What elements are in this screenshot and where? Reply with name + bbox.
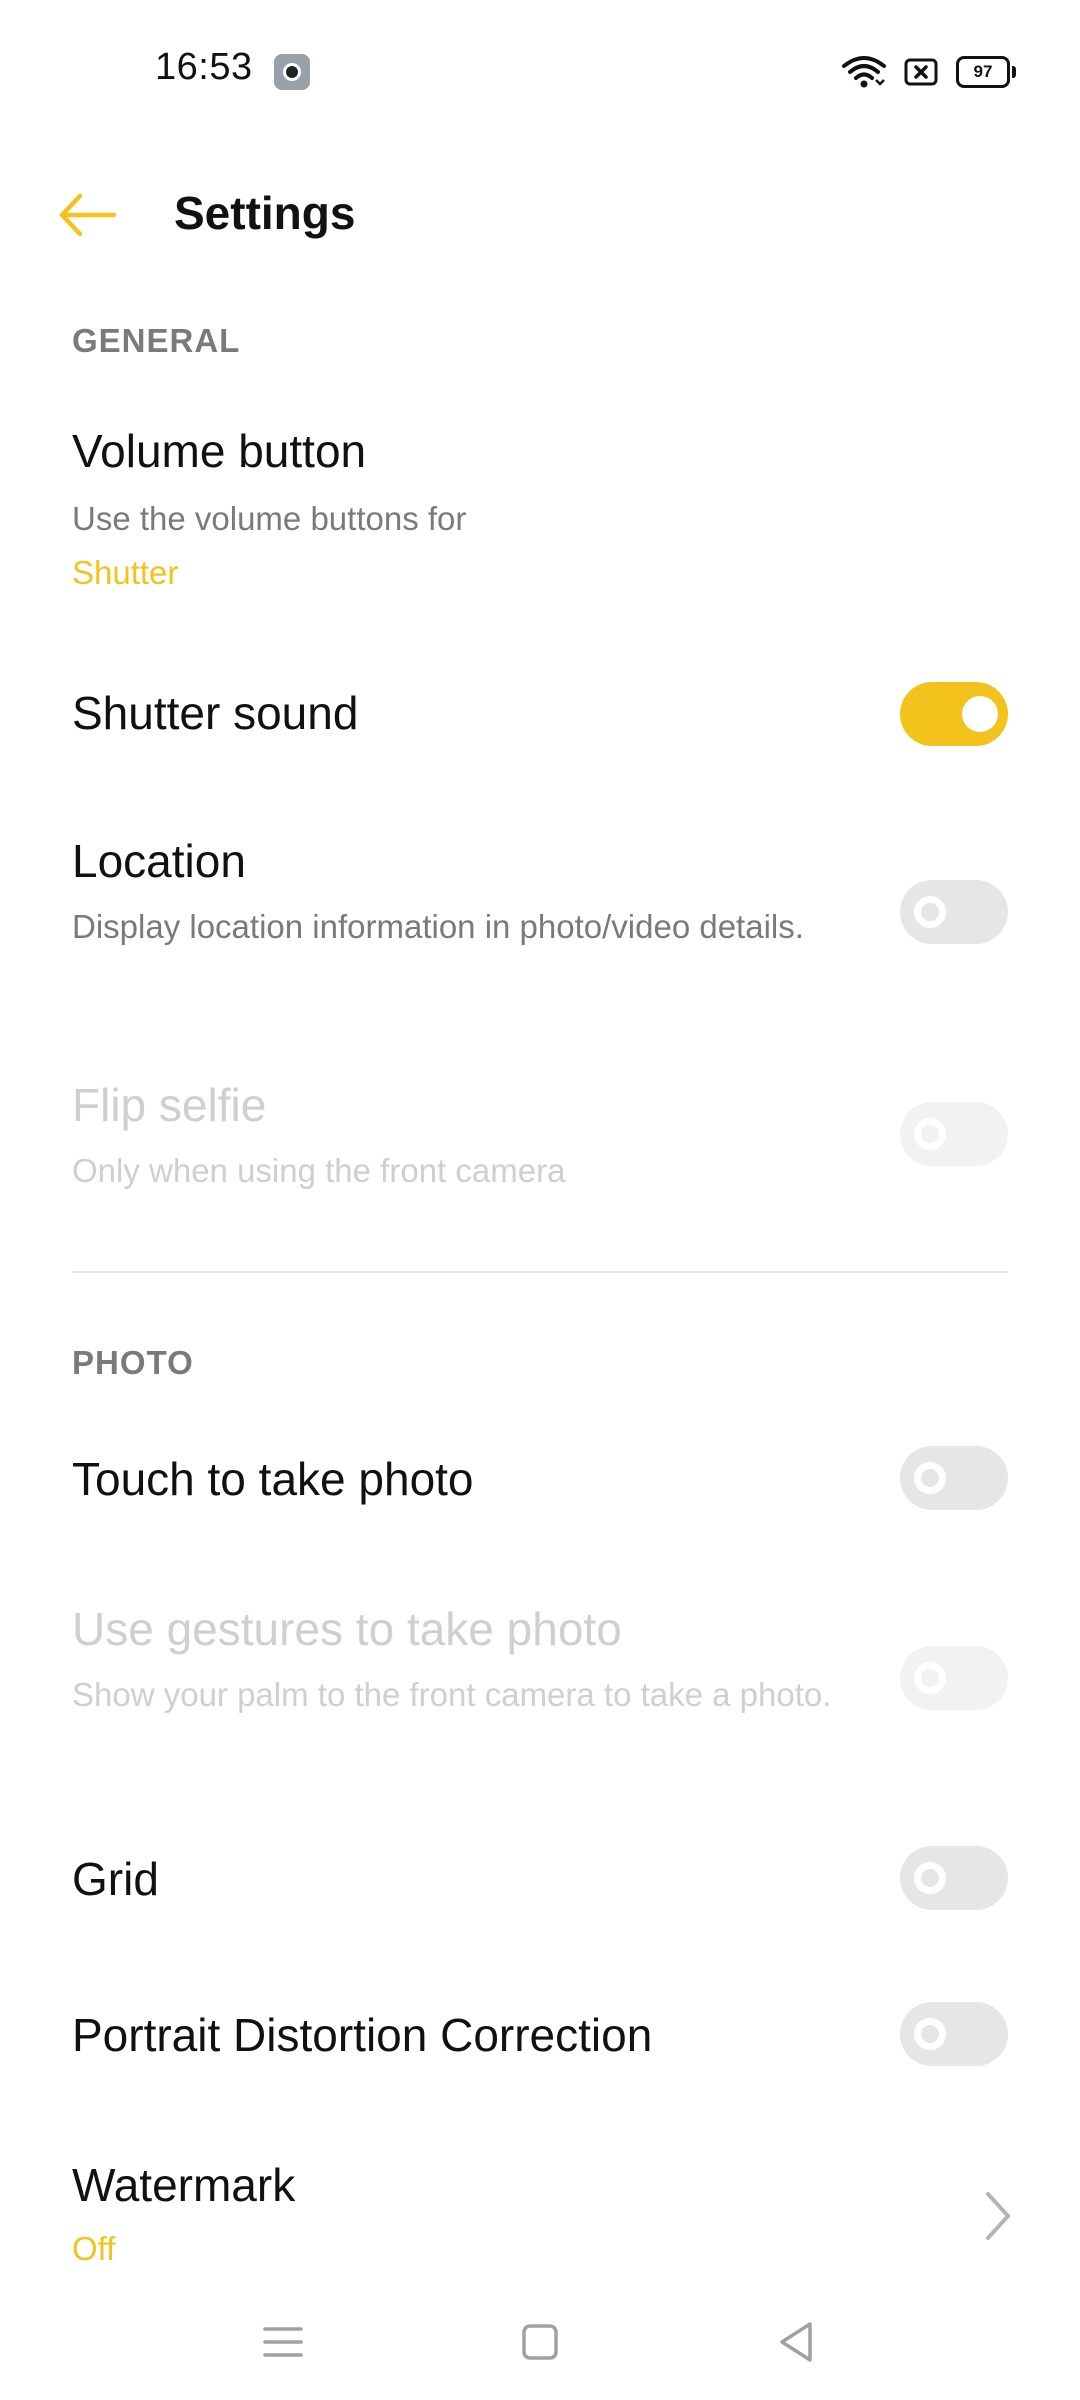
status-time: 16:53 — [155, 46, 253, 88]
toggle-knob — [914, 1118, 946, 1150]
toggle-knob — [914, 2018, 946, 2050]
setting-subtitle: Show your palm to the front camera to ta… — [72, 1676, 832, 1713]
status-bar: 16:53 97 — [0, 0, 1080, 140]
setting-value: Shutter — [72, 554, 179, 591]
setting-gestures-to-take-photo[interactable]: Use gestures to take photo Show your pal… — [0, 1580, 1080, 1790]
back-nav-button[interactable] — [766, 2312, 826, 2372]
setting-title: Shutter sound — [72, 687, 359, 739]
app-bar: Settings — [0, 150, 1080, 280]
touch-photo-toggle[interactable] — [900, 1446, 1008, 1510]
back-icon — [780, 2322, 812, 2362]
setting-value: Off — [72, 2230, 116, 2267]
setting-flip-selfie[interactable]: Flip selfie Only when using the front ca… — [0, 1044, 1080, 1224]
menu-icon — [263, 2327, 303, 2357]
gestures-photo-toggle[interactable] — [900, 1646, 1008, 1710]
sim-off-icon — [904, 58, 938, 86]
section-header-general: GENERAL — [72, 322, 241, 359]
toggle-knob — [914, 896, 946, 928]
toggle-knob — [962, 696, 998, 732]
section-header-photo: PHOTO — [72, 1344, 194, 1381]
setting-title: Flip selfie — [72, 1079, 267, 1131]
setting-title: Volume button — [72, 425, 367, 477]
section-divider — [72, 1271, 1008, 1273]
shutter-sound-toggle[interactable] — [900, 682, 1008, 746]
toggle-knob — [914, 1662, 946, 1694]
grid-toggle[interactable] — [900, 1846, 1008, 1910]
setting-subtitle: Use the volume buttons for — [72, 500, 467, 537]
back-button[interactable] — [52, 180, 132, 250]
setting-title: Touch to take photo — [72, 1453, 474, 1505]
setting-watermark[interactable]: Watermark Off — [0, 2140, 1080, 2280]
setting-grid[interactable]: Grid — [0, 1830, 1080, 1930]
navigation-bar — [0, 2290, 1080, 2400]
location-toggle[interactable] — [900, 880, 1008, 944]
setting-touch-to-take-photo[interactable]: Touch to take photo — [0, 1430, 1080, 1530]
home-icon — [522, 2324, 558, 2360]
setting-subtitle: Only when using the front camera — [72, 1152, 566, 1189]
setting-title: Grid — [72, 1853, 159, 1905]
back-arrow-icon — [59, 193, 117, 237]
setting-title: Location — [72, 835, 246, 887]
battery-icon: 97 — [956, 56, 1016, 88]
toggle-knob — [914, 1462, 946, 1494]
flip-selfie-toggle[interactable] — [900, 1102, 1008, 1166]
setting-portrait-distortion-correction[interactable]: Portrait Distortion Correction — [0, 1986, 1080, 2086]
setting-title: Portrait Distortion Correction — [72, 2009, 653, 2061]
setting-subtitle: Display location information in photo/vi… — [72, 908, 804, 945]
setting-shutter-sound[interactable]: Shutter sound — [0, 660, 1080, 770]
setting-title: Watermark — [72, 2159, 296, 2211]
portrait-distortion-toggle[interactable] — [900, 2002, 1008, 2066]
toggle-knob — [914, 1862, 946, 1894]
screen-recorder-icon — [274, 54, 310, 90]
page-title: Settings — [174, 187, 356, 239]
recent-apps-button[interactable] — [253, 2312, 313, 2372]
setting-title: Use gestures to take photo — [72, 1603, 622, 1655]
home-button[interactable] — [510, 2312, 570, 2372]
setting-location[interactable]: Location Display location information in… — [0, 808, 1080, 1018]
wifi-icon — [842, 56, 886, 88]
setting-volume-button[interactable]: Volume button Use the volume buttons for… — [0, 412, 1080, 612]
chevron-right-icon — [986, 2192, 1010, 2240]
status-icons: 97 — [842, 52, 1016, 92]
